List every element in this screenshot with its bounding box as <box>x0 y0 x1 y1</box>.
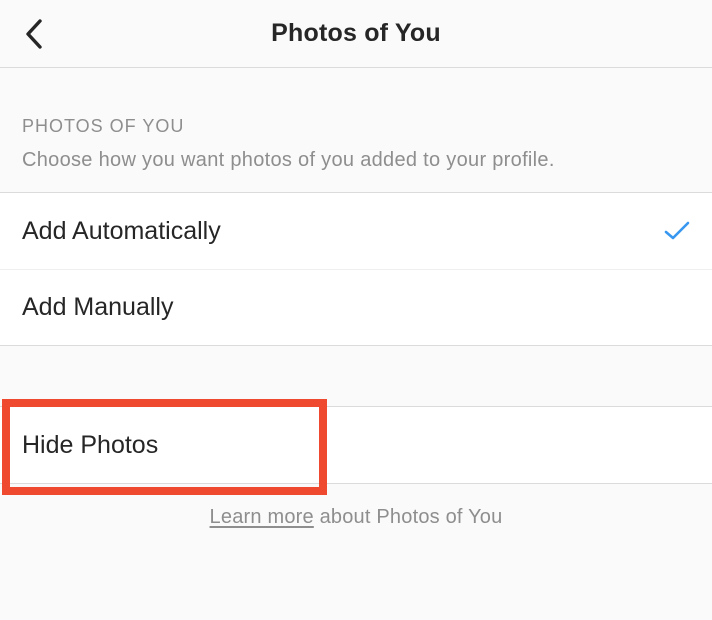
learn-more-link[interactable]: Learn more <box>210 506 314 528</box>
hide-photos-button[interactable]: Hide Photos <box>0 407 712 483</box>
option-add-manually[interactable]: Add Manually <box>0 269 712 345</box>
footer-text: about Photos of You <box>314 506 503 528</box>
spacer <box>0 346 712 406</box>
back-button[interactable] <box>16 17 50 51</box>
section-caption: PHOTOS OF YOU <box>22 116 690 137</box>
chevron-left-icon <box>25 19 42 49</box>
option-label: Add Automatically <box>22 217 221 246</box>
option-label: Add Manually <box>22 293 173 322</box>
section-description: Choose how you want photos of you added … <box>22 147 690 174</box>
option-add-automatically[interactable]: Add Automatically <box>0 193 712 269</box>
page-title: Photos of You <box>0 19 712 48</box>
footer: Learn more about Photos of You <box>0 506 712 529</box>
header: Photos of You <box>0 0 712 68</box>
hide-group: Hide Photos <box>0 406 712 484</box>
checkmark-icon <box>664 221 690 241</box>
options-group: Add Automatically Add Manually <box>0 192 712 346</box>
section-header: PHOTOS OF YOU Choose how you want photos… <box>0 68 712 192</box>
hide-label: Hide Photos <box>22 431 158 460</box>
